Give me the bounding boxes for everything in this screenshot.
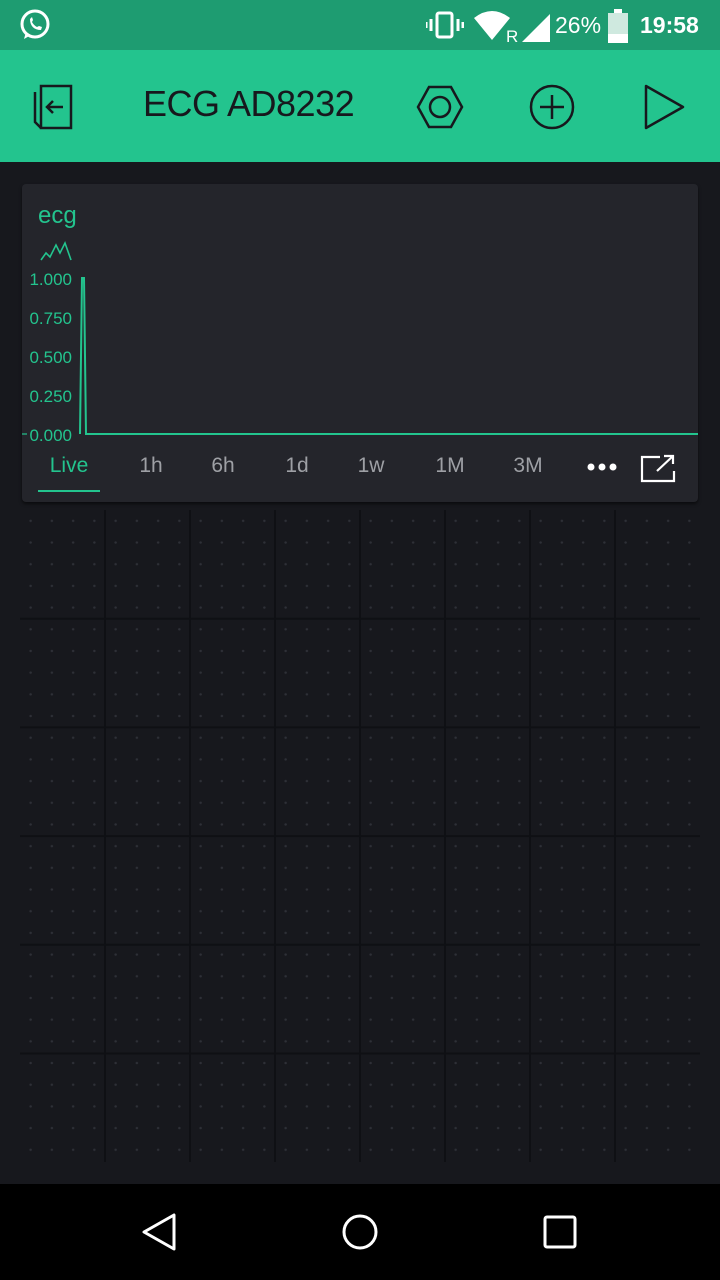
app-header: ECG AD8232 — [0, 50, 720, 162]
whatsapp-icon — [20, 9, 50, 39]
back-icon[interactable] — [138, 1210, 182, 1254]
tab-1d[interactable]: 1d — [285, 454, 308, 478]
clock: 19:58 — [640, 12, 699, 38]
y-tick-label: 0.000 — [29, 426, 72, 442]
tab-live[interactable]: Live — [50, 454, 89, 478]
roaming-signal-icon: R — [506, 14, 550, 42]
settings-hexagon-icon[interactable] — [415, 82, 465, 132]
tab-3m[interactable]: 3M — [513, 454, 542, 478]
superchart-widget[interactable]: ecg 1.000 0.750 0.500 0.250 0.000 Live 1h 6h… — [22, 184, 698, 502]
tab-1h[interactable]: 1h — [139, 454, 162, 478]
tab-1m[interactable]: 1M — [435, 454, 464, 478]
recents-icon[interactable] — [538, 1210, 582, 1254]
chart-plot-area[interactable]: 1.000 0.750 0.500 0.250 0.000 — [22, 184, 698, 442]
time-range-tabs: Live 1h 6h 1d 1w 1M 3M — [22, 442, 698, 492]
canvas-grid — [20, 510, 700, 1162]
battery-percent: 26% — [555, 12, 602, 38]
more-dots-icon[interactable] — [586, 461, 620, 473]
battery-icon — [608, 9, 628, 43]
play-icon[interactable] — [640, 82, 690, 132]
home-icon[interactable] — [338, 1210, 382, 1254]
tab-1w[interactable]: 1w — [358, 454, 385, 478]
add-circle-icon[interactable] — [527, 82, 577, 132]
svg-text:R: R — [506, 27, 518, 42]
tab-6h[interactable]: 6h — [211, 454, 234, 478]
status-bar: R 26% 19:58 — [0, 0, 720, 50]
system-nav-bar — [0, 1184, 720, 1280]
series-line-ecg — [79, 277, 698, 435]
y-tick-label: 1.000 — [29, 270, 72, 289]
exit-icon[interactable] — [32, 82, 82, 132]
y-tick-label: 0.750 — [29, 309, 72, 328]
y-tick-label: 0.500 — [29, 348, 72, 367]
vibrate-icon — [426, 11, 464, 39]
active-tab-indicator — [38, 490, 100, 492]
dashboard-canvas[interactable] — [20, 510, 700, 1162]
y-tick-label: 0.250 — [29, 387, 72, 406]
page-title: ECG AD8232 — [143, 83, 355, 124]
expand-icon[interactable] — [640, 453, 676, 483]
